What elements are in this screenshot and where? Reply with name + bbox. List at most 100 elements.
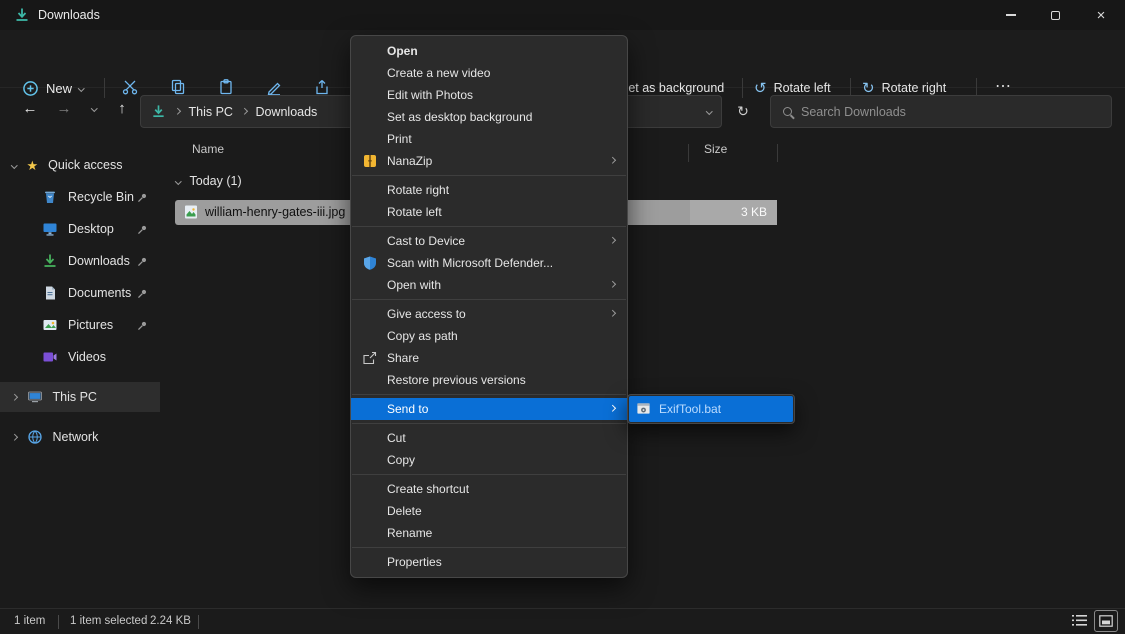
menu-item-create-shortcut[interactable]: Create shortcut (351, 478, 627, 500)
sidebar-item-label: Documents (68, 286, 131, 300)
expander-chevron-icon[interactable] (11, 162, 17, 168)
sidebar-item-recycle-bin[interactable]: Recycle Bin (0, 182, 160, 212)
back-button[interactable]: ← (14, 92, 46, 124)
expander-chevron-icon[interactable] (11, 394, 17, 400)
sidebar-item-videos[interactable]: Videos (0, 342, 160, 372)
details-view-button[interactable] (1068, 610, 1090, 630)
menu-item-rename[interactable]: Rename (351, 522, 627, 544)
sidebar-item-label: Desktop (68, 222, 114, 236)
pin-icon[interactable] (137, 224, 148, 235)
address-dropdown-icon[interactable] (706, 108, 712, 114)
menu-item-label: Rotate left (387, 205, 442, 219)
menu-item-scan-with-microsoft-defender[interactable]: Scan with Microsoft Defender... (351, 252, 627, 274)
pin-icon[interactable] (137, 288, 148, 299)
up-button[interactable]: ↑ (108, 92, 136, 124)
pin-icon[interactable] (137, 256, 148, 267)
menu-separator (351, 544, 627, 551)
sidebar-item-quick-access[interactable]: ★ Quick access (0, 150, 160, 180)
menu-item-open-with[interactable]: Open with (351, 274, 627, 296)
menu-separator (351, 471, 627, 478)
group-collapse-icon[interactable] (175, 178, 181, 184)
menu-item-rotate-right[interactable]: Rotate right (351, 179, 627, 201)
set-as-background-label: Set as background (620, 81, 724, 95)
menu-item-copy-as-path[interactable]: Copy as path (351, 325, 627, 347)
menu-item-delete[interactable]: Delete (351, 500, 627, 522)
search-icon (783, 107, 792, 116)
menu-item-label: NanaZip (387, 154, 432, 168)
up-icon: ↑ (118, 100, 126, 117)
menu-item-cast-to-device[interactable]: Cast to Device (351, 230, 627, 252)
share-icon (362, 350, 378, 366)
menu-separator (351, 420, 627, 427)
group-label: Today (1) (190, 174, 242, 188)
menu-item-print[interactable]: Print (351, 128, 627, 150)
submenu-arrow-icon (609, 405, 615, 411)
menu-item-share[interactable]: Share (351, 347, 627, 369)
menu-item-rotate-left[interactable]: Rotate left (351, 201, 627, 223)
menu-item-open[interactable]: Open (351, 40, 627, 62)
minimize-button[interactable] (989, 0, 1033, 30)
recycle-bin-icon (42, 189, 58, 205)
menu-item-label: Send to (387, 402, 428, 416)
search-box[interactable] (770, 95, 1112, 128)
submenu-arrow-icon (609, 157, 615, 163)
maximize-icon (1051, 11, 1060, 20)
sidebar-item-desktop[interactable]: Desktop (0, 214, 160, 244)
menu-item-label: Copy (387, 453, 415, 467)
menu-item-cut[interactable]: Cut (351, 427, 627, 449)
expander-chevron-icon[interactable] (11, 434, 17, 440)
thumbnail-view-button[interactable] (1094, 610, 1118, 632)
column-divider[interactable] (688, 144, 689, 162)
pin-icon[interactable] (137, 192, 148, 203)
menu-item-create-a-new-video[interactable]: Create a new video (351, 62, 627, 84)
menu-item-send-to[interactable]: Send to (351, 398, 627, 420)
submenu-item-exiftool-bat[interactable]: ExifTool.bat (629, 396, 793, 422)
group-header-today[interactable]: Today (1) (176, 174, 242, 188)
menu-item-nanazip[interactable]: NanaZip (351, 150, 627, 172)
title-bar: Downloads × (0, 0, 1125, 30)
sidebar-item-network[interactable]: Network (0, 422, 160, 452)
submenu-arrow-icon (609, 310, 615, 316)
documents-icon (42, 285, 58, 301)
sidebar-item-pictures[interactable]: Pictures (0, 310, 160, 340)
rotate-left-label: Rotate left (774, 81, 831, 95)
menu-item-properties[interactable]: Properties (351, 551, 627, 573)
videos-icon (42, 349, 58, 365)
nanazip-icon (362, 153, 378, 169)
copy-icon (169, 78, 187, 96)
column-divider[interactable] (777, 144, 778, 162)
sidebar-item-this-pc[interactable]: This PC (0, 382, 160, 412)
menu-item-restore-previous-versions[interactable]: Restore previous versions (351, 369, 627, 391)
bat-file-icon (636, 401, 651, 416)
sidebar-item-documents[interactable]: Documents (0, 278, 160, 308)
more-icon: ⋯ (995, 78, 1011, 95)
close-button[interactable]: × (1077, 0, 1125, 30)
defender-shield-icon (362, 255, 378, 271)
minimize-icon (1006, 14, 1016, 15)
menu-item-copy[interactable]: Copy (351, 449, 627, 471)
details-view-icon (1072, 614, 1087, 627)
search-input[interactable] (801, 105, 1099, 119)
menu-item-label: Set as desktop background (387, 110, 532, 124)
maximize-button[interactable] (1033, 0, 1077, 30)
menu-item-give-access-to[interactable]: Give access to (351, 303, 627, 325)
chevron-down-icon (78, 85, 84, 91)
breadcrumb-downloads[interactable]: Downloads (255, 105, 317, 119)
window-title: Downloads (38, 0, 100, 30)
menu-item-label: Edit with Photos (387, 88, 473, 102)
column-header-name[interactable]: Name (192, 142, 224, 156)
downloads-icon (14, 7, 30, 23)
column-header-size[interactable]: Size (704, 142, 727, 156)
recent-locations-button[interactable] (82, 92, 106, 124)
breadcrumb-this-pc[interactable]: This PC (189, 105, 233, 119)
menu-item-set-as-desktop-background[interactable]: Set as desktop background (351, 106, 627, 128)
forward-button[interactable]: → (48, 92, 80, 124)
menu-item-label: Create a new video (387, 66, 490, 80)
menu-item-label: Create shortcut (387, 482, 469, 496)
refresh-button[interactable]: ↻ (728, 95, 758, 128)
sidebar-item-downloads[interactable]: Downloads (0, 246, 160, 276)
menu-item-label: Properties (387, 555, 442, 569)
pin-icon[interactable] (137, 320, 148, 331)
pictures-icon (42, 317, 58, 333)
menu-item-edit-with-photos[interactable]: Edit with Photos (351, 84, 627, 106)
